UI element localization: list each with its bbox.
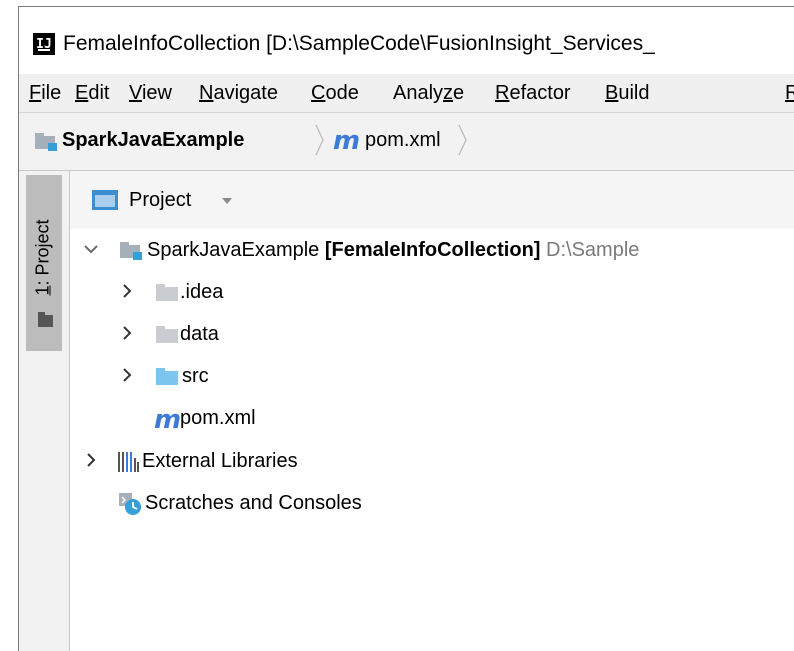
menu-analyze-prefix: Analy [393,82,444,104]
title-bar[interactable]: IJ FemaleInfoCollection [D:\SampleCode\F… [19,7,794,74]
menu-run-truncated[interactable]: R [785,82,794,105]
source-folder-icon [156,368,178,385]
breadcrumb-file[interactable]: pom.xml [365,129,441,152]
scratches-icon [119,493,141,515]
menu-analyze[interactable]: Analyze [393,82,464,105]
menu-view-label: iew [141,82,172,104]
module-icon [35,133,57,151]
menu-refactor-mnemonic: R [495,82,510,104]
project-view-icon [92,190,118,210]
breadcrumb-project[interactable]: SparkJavaExample [62,129,244,152]
menu-file[interactable]: File [29,82,61,105]
tool-window-strip: 1: Project [19,171,70,651]
tree-item-label: External Libraries [142,450,298,472]
menu-analyze-label: e [453,82,465,104]
desktop-edge [0,0,18,650]
tree-item-label: src [182,365,209,387]
chevron-right-icon[interactable] [118,366,136,384]
project-tool-tab[interactable]: 1: Project [26,175,62,351]
menu-code-mnemonic: C [311,82,326,104]
tree-item-external-libraries[interactable]: External Libraries [70,442,794,482]
window-title: FemaleInfoCollection [D:\SampleCode\Fusi… [63,32,655,55]
menu-edit-mnemonic: E [75,82,89,104]
root-path: D:\Sample [546,239,640,261]
maven-icon: m [154,405,182,435]
project-tree: SparkJavaExample [FemaleInfoCollection] … [70,229,794,651]
breadcrumb-separator-icon [315,124,324,156]
ide-window: IJ FemaleInfoCollection [D:\SampleCode\F… [18,6,794,651]
menu-build-mnemonic: B [605,82,619,104]
menu-run-mnemonic: R [785,82,794,104]
chevron-down-icon[interactable] [82,240,100,258]
folder-icon [38,312,53,327]
root-name: SparkJavaExample [147,239,320,261]
menu-bar: File Edit View Navigate Code Analyze Ref… [19,74,794,113]
folder-icon [156,284,178,301]
menu-file-mnemonic: F [29,82,42,104]
tree-item-label: .idea [180,281,224,303]
project-tool-tab-text: : Project [32,219,53,286]
tree-item-label: pom.xml [180,407,256,429]
caret-down-icon[interactable] [222,198,232,204]
menu-build[interactable]: Build [605,82,649,105]
menu-edit[interactable]: Edit [75,82,109,105]
tree-item-pom[interactable]: m pom.xml [70,399,794,439]
tree-item-label: Scratches and Consoles [145,492,362,514]
tree-item-label: data [180,323,219,345]
menu-analyze-mnemonic: z [443,82,454,104]
module-icon [120,242,142,260]
project-panel-header: Project [70,171,794,229]
tree-item-scratches[interactable]: Scratches and Consoles [70,484,794,524]
library-icon [118,452,140,472]
menu-navigate[interactable]: Navigate [199,82,278,105]
menu-view-mnemonic: V [129,82,142,104]
menu-edit-label: dit [88,82,110,104]
menu-code-label: ode [325,82,359,104]
menu-refactor-label: efactor [509,82,571,104]
root-module-name: [FemaleInfoCollection] [324,239,541,261]
menu-code[interactable]: Code [311,82,359,105]
chevron-right-icon[interactable] [118,324,136,342]
tree-item-data[interactable]: data [70,315,794,355]
panel-title[interactable]: Project [129,189,191,212]
menu-navigate-mnemonic: N [199,82,214,104]
chevron-right-icon[interactable] [82,451,100,469]
menu-navigate-label: avigate [213,82,278,104]
chevron-right-icon[interactable] [118,282,136,300]
tree-item-idea[interactable]: .idea [70,273,794,313]
menu-file-label: ile [41,82,62,104]
menu-refactor[interactable]: Refactor [495,82,571,105]
menu-build-label: uild [618,82,650,104]
intellij-idea-icon: IJ [33,33,55,55]
breadcrumb-separator-icon [458,124,467,156]
folder-icon [156,326,178,343]
menu-view[interactable]: View [129,82,172,105]
maven-icon: m [333,126,361,156]
project-tool-tab-number: 1 [32,285,53,296]
tree-item-label: SparkJavaExample [FemaleInfoCollection] … [147,239,639,262]
tree-item-src[interactable]: src [70,357,794,397]
tree-item-root[interactable]: SparkJavaExample [FemaleInfoCollection] … [70,231,794,271]
breadcrumb: SparkJavaExample m pom.xml [19,113,794,171]
